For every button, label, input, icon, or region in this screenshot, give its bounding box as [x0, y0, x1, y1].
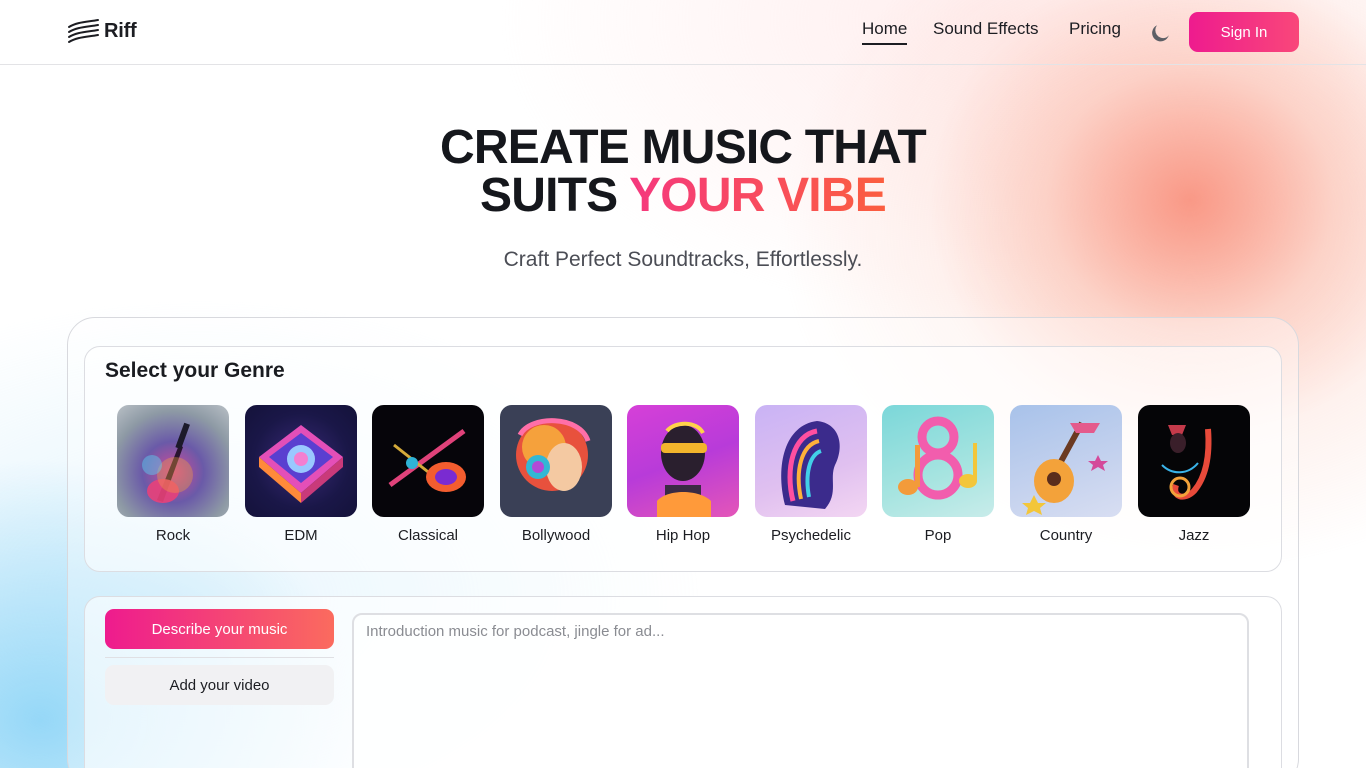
genre-label: Rock	[155, 527, 191, 544]
genre-label: Classical	[397, 527, 458, 544]
add-video-tab[interactable]: Add your video	[105, 665, 334, 705]
pop-music-note-image	[882, 405, 994, 517]
hero-title-line1: CREATE MUSIC THAT	[440, 121, 927, 174]
genre-country[interactable]: Country	[1010, 405, 1122, 544]
genre-hip-hop[interactable]: Hip Hop	[627, 405, 739, 544]
edm-synth-image	[245, 405, 357, 517]
hero-title-plain: SUITS	[480, 169, 630, 222]
moon-icon[interactable]	[1150, 22, 1172, 49]
logo[interactable]: Riff	[67, 18, 137, 44]
rock-guitar-image	[117, 405, 229, 517]
bollywood-portrait-image	[500, 405, 612, 517]
genre-label: Psychedelic	[770, 527, 852, 544]
genre-pop[interactable]: Pop	[882, 405, 994, 544]
genre-edm[interactable]: EDM	[245, 405, 357, 544]
hero-title-line2: SUITS YOUR VIBE	[0, 172, 1366, 220]
genre-label: Pop	[924, 527, 952, 544]
genre-psychedelic[interactable]: Psychedelic	[755, 405, 867, 544]
nav-sound-effects[interactable]: Sound Effects	[933, 19, 1039, 39]
genre-label: Country	[1039, 527, 1093, 544]
tab-divider	[105, 657, 334, 658]
psychedelic-face-image	[755, 405, 867, 517]
genre-label: Bollywood	[521, 527, 591, 544]
site-header: Riff Home Sound Effects Pricing Sign In	[0, 0, 1366, 65]
sign-in-button[interactable]: Sign In	[1189, 12, 1299, 52]
genre-rock[interactable]: Rock	[117, 405, 229, 544]
describe-music-tab[interactable]: Describe your music	[105, 609, 334, 649]
genre-label: Hip Hop	[655, 527, 711, 544]
nav-home[interactable]: Home	[862, 19, 908, 45]
genre-jazz[interactable]: Jazz	[1138, 405, 1250, 544]
nav-pricing[interactable]: Pricing	[1069, 19, 1121, 39]
genre-label: EDM	[284, 527, 318, 544]
wave-logo-icon	[68, 19, 99, 43]
country-guitar-image	[1010, 405, 1122, 517]
hero-title-highlight: YOUR VIBE	[629, 169, 887, 222]
genre-bollywood[interactable]: Bollywood	[500, 405, 612, 544]
genre-heading: Select your Genre	[105, 359, 285, 382]
hip-hop-head-image	[627, 405, 739, 517]
logo-text: Riff	[104, 19, 137, 42]
jazz-saxophone-image	[1138, 405, 1250, 517]
genre-classical[interactable]: Classical	[372, 405, 484, 544]
music-description-input[interactable]	[352, 613, 1249, 768]
hero-subtitle: Craft Perfect Soundtracks, Effortlessly.	[503, 248, 863, 271]
classical-violin-image	[372, 405, 484, 517]
genre-label: Jazz	[1178, 527, 1210, 544]
